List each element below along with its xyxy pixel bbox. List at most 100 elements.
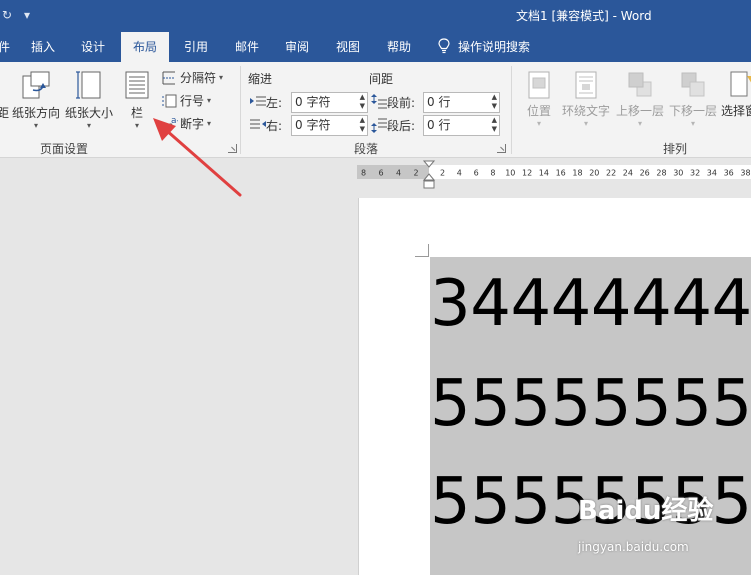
bring-forward-label: 上移一层: [615, 104, 664, 118]
tab-file[interactable]: 件: [0, 32, 14, 62]
spinner-arrows-icon[interactable]: ▲ ▼: [492, 116, 497, 134]
ruler-number: 10: [505, 169, 515, 178]
ruler-number: 26: [640, 169, 650, 178]
margins-label: 距: [0, 106, 9, 120]
spacing-before-spinner[interactable]: 0 行 ▲ ▼: [423, 92, 500, 113]
line-numbers-button[interactable]: 行号 ▾: [160, 92, 211, 109]
line-numbers-icon: [162, 94, 177, 107]
hyphenation-button[interactable]: bc a- 断字 ▾: [160, 115, 211, 132]
chevron-down-icon: ▾: [86, 121, 91, 130]
selected-text-block[interactable]: 34444444 55555555 55555555: [430, 257, 751, 575]
selection-pane-label: 选择窗: [721, 104, 751, 118]
position-button[interactable]: 位置 ▾: [522, 70, 556, 129]
indent-right-spinner[interactable]: 0 字符 ▲ ▼: [291, 115, 368, 136]
columns-button[interactable]: 栏 ▾: [120, 70, 154, 131]
ruler-number: 30: [673, 169, 683, 178]
orientation-button[interactable]: 纸张方向 ▾: [10, 68, 62, 131]
ruler-number: 22: [606, 169, 616, 178]
orientation-icon: [22, 71, 50, 99]
spinner-arrows-icon[interactable]: ▲ ▼: [492, 93, 497, 111]
paragraph-group-label: 段落: [354, 142, 379, 156]
hyphenation-label: 断字: [180, 117, 205, 131]
tab-help[interactable]: 帮助: [376, 32, 422, 62]
tell-me-label: 操作说明搜索: [458, 40, 531, 54]
document-line[interactable]: 55555555: [430, 367, 751, 441]
size-button[interactable]: 纸张大小 ▾: [63, 68, 115, 131]
spinner-arrows-icon[interactable]: ▲ ▼: [360, 93, 365, 111]
spacing-after-spinner[interactable]: 0 行 ▲ ▼: [423, 115, 500, 136]
ruler-number: 8: [490, 169, 495, 178]
page-setup-launcher-icon[interactable]: [228, 144, 237, 153]
tab-insert[interactable]: 插入: [20, 32, 66, 62]
tab-mailings[interactable]: 邮件: [224, 32, 270, 62]
indent-left-spinner[interactable]: 0 字符 ▲ ▼: [291, 92, 368, 113]
tell-me-search[interactable]: 操作说明搜索: [438, 32, 530, 62]
indent-left-label: 左:: [266, 96, 283, 110]
customize-quick-access-icon[interactable]: ▾: [24, 8, 30, 22]
send-backward-button[interactable]: 下移一层 ▾: [667, 70, 719, 129]
tab-view[interactable]: 视图: [325, 32, 371, 62]
indent-left-value: 0 字符: [295, 95, 331, 109]
indent-right-icon: [250, 119, 266, 129]
bring-forward-icon: [628, 72, 652, 97]
spacing-before-icon: [371, 94, 387, 109]
margins-button[interactable]: 距: [0, 104, 10, 121]
tab-review[interactable]: 审阅: [274, 32, 320, 62]
redo-icon[interactable]: ↻: [2, 8, 12, 22]
send-backward-label: 下移一层: [668, 104, 717, 118]
ruler-ticks: 8 6 4 2 2 4 6 8 10 12 14 16 18 20 22 24 26 28 30 32 34 36 38: [361, 169, 751, 178]
chevron-down-icon: ▾: [219, 73, 224, 82]
columns-icon: [125, 71, 149, 99]
columns-label: 栏: [130, 106, 143, 120]
chevron-down-icon: ▾: [690, 119, 695, 128]
wrap-text-button[interactable]: 环绕文字 ▾: [560, 70, 612, 129]
watermark-brand: Baidu经验: [578, 496, 714, 526]
tab-layout[interactable]: 布局: [121, 32, 169, 62]
wrap-text-label: 环绕文字: [561, 104, 610, 118]
paragraph-launcher-icon[interactable]: [497, 144, 506, 153]
horizontal-ruler[interactable]: 8 6 4 2 2 4 6 8 10 12 14 16 18 20 22 24 26 28 30 32 34 36 38: [357, 165, 751, 179]
spacing-before-value: 0 行: [427, 95, 451, 109]
wrap-text-icon: [575, 71, 597, 99]
spacing-before-label: 段前:: [387, 96, 416, 110]
indent-left-icon: [250, 96, 266, 106]
breaks-label: 分隔符: [180, 71, 217, 85]
document-line[interactable]: 34444444: [430, 267, 751, 341]
breaks-icon: [162, 71, 175, 84]
chevron-down-icon: ▾: [33, 121, 38, 130]
svg-text:a-: a-: [171, 116, 178, 126]
selection-pane-button[interactable]: 选择窗: [721, 70, 751, 119]
margin-corner-mark: [415, 244, 429, 257]
ruler-number: 8: [361, 169, 366, 178]
page-setup-group-label: 页面设置: [40, 142, 89, 156]
hyphenation-icon: bc a-: [161, 116, 178, 132]
breaks-button[interactable]: 分隔符 ▾: [160, 69, 223, 86]
chevron-down-icon: ▾: [583, 119, 588, 128]
arrange-group-label: 排列: [663, 142, 688, 156]
ruler-number: 12: [522, 169, 532, 178]
indent-right-label: 右:: [266, 119, 283, 133]
window-title: 文档1 [兼容模式] - Word: [516, 9, 652, 23]
ribbon: 距 纸张方向 ▾ 纸张大小 ▾ 栏 ▾ 分隔符 ▾ 行号 ▾ bc a 断字 ▾…: [0, 62, 751, 158]
tab-references[interactable]: 引用: [173, 32, 219, 62]
ruler-number: 16: [556, 169, 566, 178]
ruler-number: 36: [724, 169, 734, 178]
spacing-before-row: 段前: 0 行 ▲ ▼: [371, 92, 501, 113]
spacing-after-value: 0 行: [427, 118, 451, 132]
ribbon-tab-bar: 件 插入 设计 布局 引用 邮件 审阅 视图 帮助 操作说明搜索: [0, 32, 751, 62]
spacing-after-icon: [371, 118, 387, 133]
bring-forward-button[interactable]: 上移一层 ▾: [614, 70, 666, 129]
ruler-number: 28: [656, 169, 666, 178]
tab-design[interactable]: 设计: [70, 32, 116, 62]
ruler-number: 2: [414, 169, 419, 178]
orientation-label: 纸张方向: [11, 106, 60, 120]
ruler-number: 6: [379, 169, 384, 178]
indent-right-row: 右: 0 字符 ▲ ▼: [250, 115, 370, 136]
spinner-arrows-icon[interactable]: ▲ ▼: [360, 116, 365, 134]
lightbulb-icon: [438, 38, 450, 54]
group-divider: [240, 66, 241, 154]
indent-left-row: 左: 0 字符 ▲ ▼: [250, 92, 370, 113]
indent-marker-icon[interactable]: [423, 160, 435, 190]
baidu-watermark: Baidu经验 jingyan.baidu.com: [578, 490, 714, 554]
size-label: 纸张大小: [64, 106, 113, 120]
